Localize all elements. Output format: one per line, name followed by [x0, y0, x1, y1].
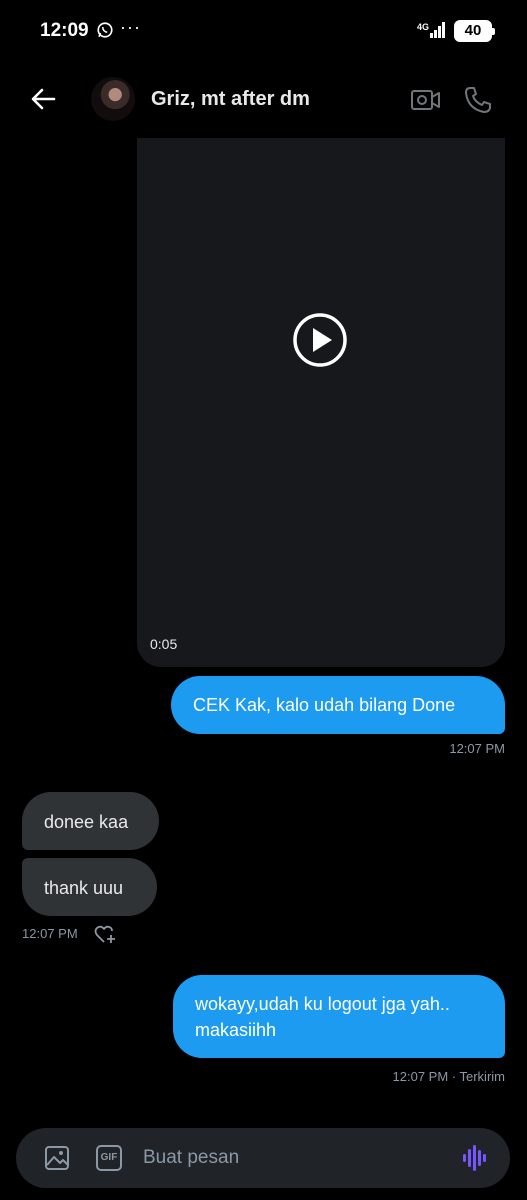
message-timestamp: 12:07 PM — [449, 741, 505, 756]
battery-level: 40 — [464, 22, 482, 39]
video-message[interactable]: 0:05 — [137, 138, 505, 667]
message-composer: GIF — [16, 1128, 510, 1188]
status-more: ··· — [120, 17, 141, 37]
voice-message-icon[interactable] — [462, 1144, 488, 1172]
signal-icon — [430, 22, 445, 38]
chat-title[interactable]: Griz, mt after dm — [151, 88, 310, 111]
message-timestamp-status: 12:07 PM · Terkirim — [392, 1069, 505, 1084]
battery-icon: 40 — [454, 20, 495, 42]
message-input[interactable] — [143, 1143, 443, 1173]
message-bubble-outgoing[interactable]: CEK Kak, kalo udah bilang Done — [171, 676, 505, 734]
whatsapp-icon — [97, 22, 113, 38]
message-bubble-incoming[interactable]: thank uuu — [22, 858, 157, 916]
chat-header: Griz, mt after dm — [0, 62, 527, 138]
message-bubble-outgoing[interactable]: wokayy,udah ku logout jga yah.. makasiih… — [173, 975, 505, 1058]
back-arrow-icon[interactable] — [28, 84, 58, 114]
status-time: 12:09 — [40, 20, 89, 41]
video-camera-icon[interactable] — [409, 86, 441, 114]
phone-icon[interactable] — [462, 84, 494, 116]
avatar[interactable] — [91, 77, 135, 121]
image-icon[interactable] — [44, 1145, 70, 1171]
message-timestamp: 12:07 PM — [22, 926, 78, 941]
play-icon[interactable] — [292, 312, 348, 368]
video-duration: 0:05 — [150, 636, 178, 652]
gif-button[interactable]: GIF — [96, 1145, 122, 1171]
status-bar: 12:09 ··· 4G 40 — [0, 0, 527, 62]
message-bubble-incoming[interactable]: donee kaa — [22, 792, 159, 850]
heart-plus-icon[interactable] — [94, 924, 116, 944]
